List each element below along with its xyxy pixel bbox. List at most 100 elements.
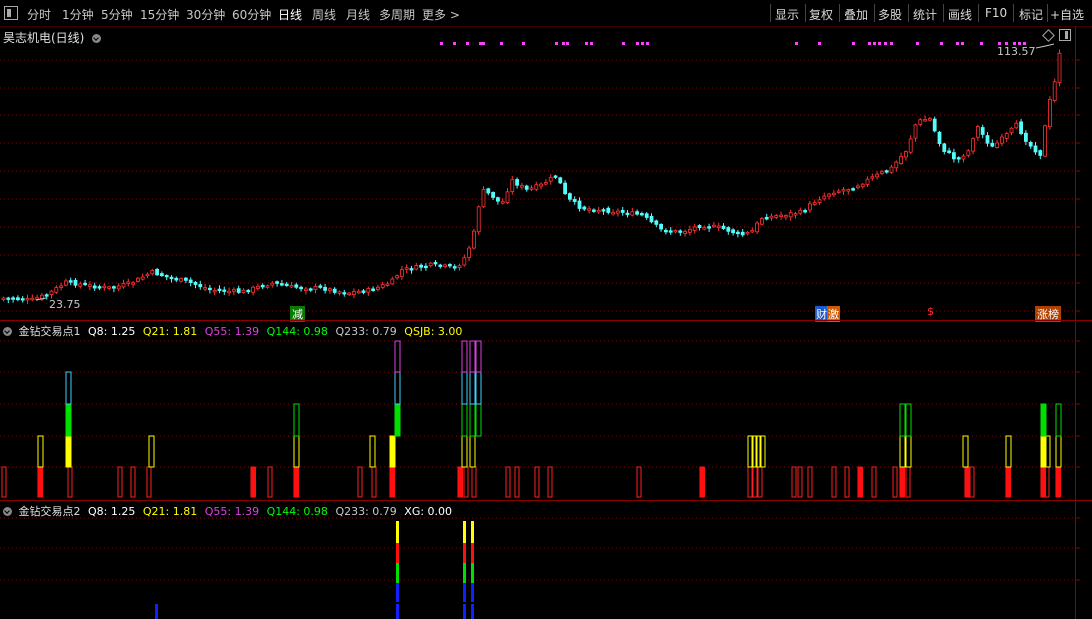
candle-body	[774, 215, 779, 218]
candle-body	[755, 222, 759, 233]
candle-body	[203, 287, 208, 290]
high-marker-arrow	[1035, 43, 1055, 49]
indicator1-bar-yellow-filled	[390, 436, 395, 467]
signal-dot	[555, 42, 558, 45]
chevron-down-icon[interactable]	[3, 327, 12, 336]
candle-body	[212, 289, 217, 293]
candle-body	[366, 288, 371, 293]
candle-body	[577, 200, 582, 209]
indicator2-bar-yellow	[471, 521, 474, 543]
candle-body	[553, 175, 558, 178]
candle-body	[524, 185, 529, 190]
candle-body	[1057, 52, 1062, 83]
event-tag-dollar[interactable]: $	[927, 305, 934, 318]
candle-body	[385, 283, 390, 286]
candle-body	[865, 178, 870, 185]
candle-body	[884, 170, 889, 173]
candle-body	[179, 278, 184, 282]
candle-body	[908, 138, 913, 153]
indicator1-bar	[844, 466, 850, 498]
indicator1-bar-magenta	[461, 340, 468, 373]
signal-dot	[916, 42, 919, 45]
indicator1-bar-filled	[390, 467, 395, 497]
candle-body	[812, 202, 817, 205]
candle-body	[961, 155, 966, 160]
candle-body	[419, 264, 424, 268]
signal-dot	[884, 42, 887, 45]
candle-body	[471, 230, 476, 249]
candle-body	[59, 285, 63, 288]
indicator1-qsjb: QSJB: 3.00	[404, 325, 463, 338]
candle-body	[193, 281, 198, 285]
candle-body	[601, 209, 606, 212]
candle-body	[942, 143, 947, 152]
indicator1-bar-filled	[900, 467, 905, 497]
candle-body	[740, 231, 745, 236]
signal-dot	[961, 42, 964, 45]
candle-body	[462, 257, 467, 266]
signal-dot	[818, 42, 821, 45]
indicator2-bar-red	[471, 543, 474, 563]
indicator1-bar-magenta	[469, 340, 476, 373]
candle-body	[107, 286, 111, 289]
candle-body	[25, 298, 30, 301]
indicator1-bar-yellow	[148, 435, 155, 468]
candle-body	[135, 277, 140, 282]
indicator1-bar-green-filled	[395, 404, 400, 436]
indicator2-bar-blue-base	[396, 604, 399, 619]
indicator1-bar-yellow	[369, 435, 376, 468]
candle-body	[97, 286, 102, 289]
candle-body	[606, 207, 611, 213]
indicator1-bar-green	[1055, 403, 1062, 437]
indicator1-bar	[791, 466, 797, 498]
candle-body	[313, 285, 318, 290]
indicator1-bar-magenta	[394, 340, 401, 373]
candle-body	[798, 209, 803, 214]
candle-body	[332, 288, 337, 293]
candle-body	[395, 275, 400, 279]
indicator1-bar-yellow	[1005, 435, 1012, 468]
candle-body	[726, 227, 731, 232]
candle-body	[932, 118, 937, 132]
candle-body	[270, 282, 275, 286]
indicator1-bar-filled	[1056, 467, 1061, 497]
candle-body	[966, 150, 971, 156]
indicator1-bar-yellow	[37, 435, 44, 468]
candle-body	[654, 220, 659, 225]
indicator1-bar-yellow	[962, 435, 969, 468]
signal-dot	[479, 42, 482, 45]
indicator1-bar	[146, 466, 152, 498]
candle-body	[510, 179, 515, 192]
candle-body	[592, 209, 596, 212]
candle-body	[342, 292, 347, 295]
candle-body	[683, 231, 687, 234]
signal-dot	[500, 42, 503, 45]
candle-body	[356, 290, 361, 294]
indicator1-bar-cyan	[475, 371, 482, 405]
candle-body	[539, 183, 543, 187]
indicator1-bar-yellow-filled	[1041, 436, 1046, 467]
candle-body	[361, 290, 366, 293]
candle-body	[303, 288, 308, 291]
candle-body	[544, 182, 548, 185]
signal-dot	[585, 42, 588, 45]
candle-body	[6, 297, 11, 300]
candle-body	[246, 289, 251, 293]
indicator1-bar-filled	[251, 467, 256, 497]
candle-body	[102, 285, 107, 289]
candle-body	[721, 225, 726, 229]
candle-body	[116, 285, 121, 290]
indicator2-q21: Q21: 1.81	[142, 505, 198, 518]
candle-body	[625, 212, 630, 216]
candle-body	[1038, 150, 1043, 156]
indicator2-bar-green	[471, 563, 474, 583]
candle-body	[841, 189, 846, 192]
candle-body	[836, 190, 841, 193]
signal-dot	[646, 42, 649, 45]
chevron-down-icon[interactable]	[3, 507, 12, 516]
indicator1-bar	[892, 466, 898, 498]
candle-body	[351, 291, 356, 295]
indicator1-bar-yellow	[461, 435, 468, 468]
indicator1-bar	[547, 466, 553, 498]
indicator1-bar-cyan	[394, 371, 401, 405]
